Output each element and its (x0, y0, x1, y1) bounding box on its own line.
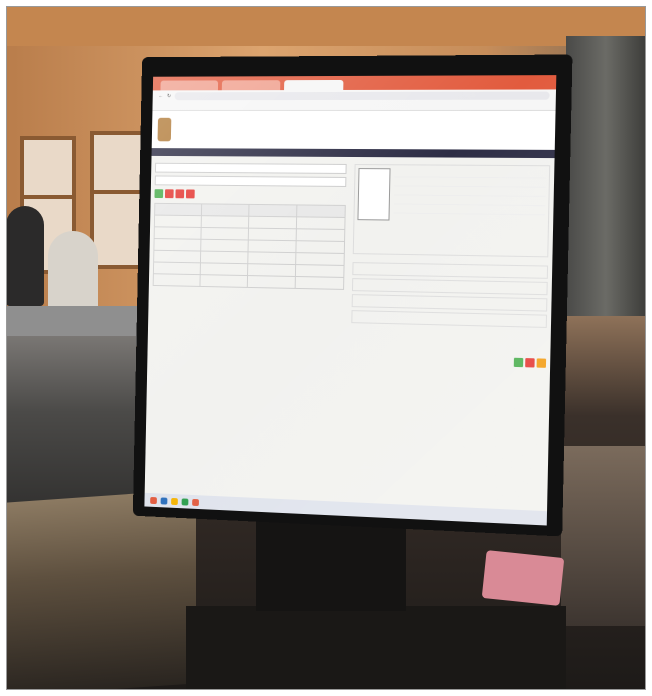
photo-scene: ← ↻ (6, 6, 646, 690)
book-stack-front (6, 489, 196, 690)
person-left (6, 206, 44, 306)
ceiling (6, 6, 646, 46)
person-sitting (48, 231, 98, 311)
monitor-stand (256, 521, 406, 611)
pillar (566, 36, 646, 316)
monitor-screen: ← ↻ (144, 75, 557, 526)
screen-glare (144, 75, 557, 526)
book-stack-right (561, 446, 646, 626)
pink-object (481, 550, 565, 606)
desk-front (186, 606, 566, 690)
monitor: ← ↻ (132, 54, 573, 537)
